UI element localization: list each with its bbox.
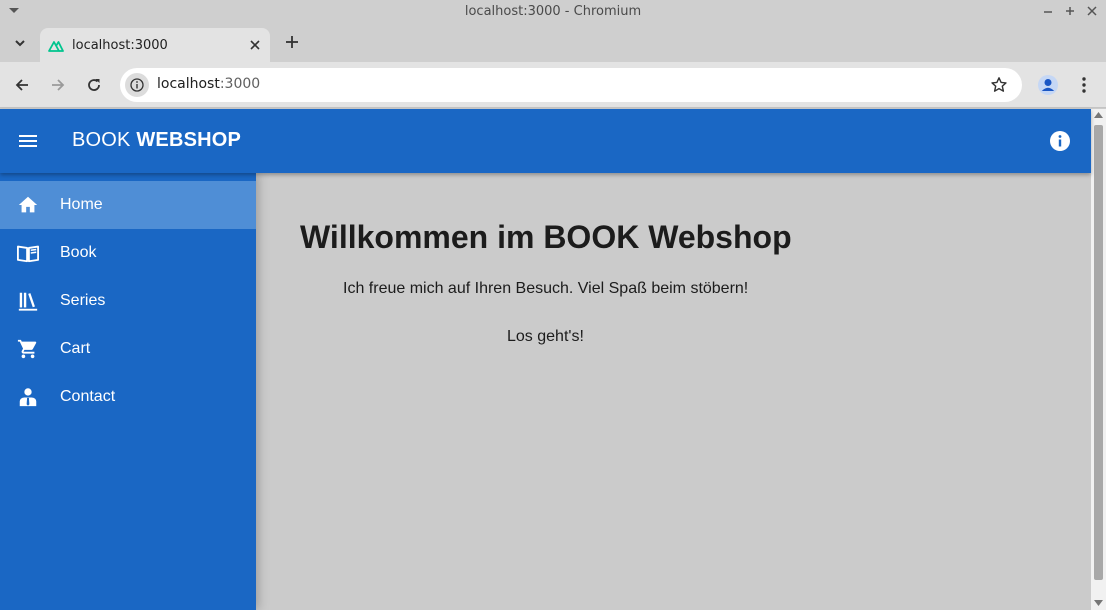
sidebar-item-book[interactable]: Book — [0, 229, 256, 277]
close-window-icon[interactable] — [1084, 3, 1100, 19]
site-info-button[interactable] — [125, 73, 149, 97]
maximize-icon[interactable] — [1062, 3, 1078, 19]
brand-bold-text: WEBSHOP — [136, 129, 242, 151]
sidebar-item-label: Home — [60, 196, 103, 213]
browser-toolbar: localhost:3000 — [0, 62, 1106, 108]
main-content: Willkommen im BOOK Webshop Ich freue mic… — [256, 173, 1091, 610]
bookmark-star-icon[interactable] — [990, 76, 1008, 94]
reload-icon[interactable] — [84, 75, 104, 95]
url-text: localhost:3000 — [157, 76, 260, 92]
sidebar-item-label: Book — [60, 244, 97, 261]
profile-avatar-icon[interactable] — [1037, 74, 1059, 96]
book-open-icon — [17, 245, 39, 263]
page-title: Willkommen im BOOK Webshop — [300, 219, 792, 255]
sidebar-nav: Home Book Series Cart Contact — [0, 173, 256, 610]
bookshelf-icon — [18, 292, 38, 311]
scroll-up-icon[interactable] — [1094, 112, 1103, 118]
tab-title: localhost:3000 — [72, 38, 168, 53]
sidebar-item-contact[interactable]: Contact — [0, 373, 256, 421]
forward-arrow-icon[interactable] — [48, 75, 68, 95]
window-titlebar: localhost:3000 - Chromium — [0, 0, 1106, 24]
sidebar-item-cart[interactable]: Cart — [0, 325, 256, 373]
tab-search-icon[interactable] — [10, 34, 30, 52]
scrollbar-thumb[interactable] — [1094, 125, 1103, 580]
info-icon[interactable] — [1049, 130, 1071, 152]
info-circle-icon — [130, 78, 144, 92]
browser-tab[interactable]: localhost:3000 — [40, 28, 270, 62]
sidebar-item-label: Cart — [60, 340, 91, 357]
brand-light-text: BOOK — [72, 129, 137, 151]
app-header: BOOK WEBSHOP — [0, 109, 1091, 173]
nuxt-logo-icon — [48, 41, 64, 52]
sidebar-item-label: Series — [60, 292, 106, 309]
window-title: localhost:3000 - Chromium — [464, 4, 642, 19]
back-arrow-icon[interactable] — [12, 75, 32, 95]
page-scrollbar[interactable] — [1091, 109, 1106, 610]
sidebar-item-home[interactable]: Home — [0, 181, 256, 229]
browser-menu-icon[interactable] — [1074, 75, 1094, 95]
app-brand[interactable]: BOOK WEBSHOP — [72, 129, 241, 152]
new-tab-icon[interactable] — [284, 34, 300, 50]
lets-go-text: Los geht's! — [507, 328, 584, 345]
menu-icon[interactable] — [18, 131, 38, 151]
address-bar[interactable]: localhost:3000 — [120, 68, 1022, 102]
tab-close-icon[interactable] — [248, 38, 262, 52]
tab-strip: localhost:3000 — [0, 24, 1106, 62]
welcome-text: Ich freue mich auf Ihren Besuch. Viel Sp… — [343, 280, 749, 297]
sidebar-item-label: Contact — [60, 388, 116, 405]
scroll-down-icon[interactable] — [1094, 600, 1103, 606]
minimize-icon[interactable] — [1040, 3, 1056, 19]
url-host: localhost — [157, 76, 220, 92]
sidebar-item-series[interactable]: Series — [0, 277, 256, 325]
contact-person-icon — [19, 388, 37, 407]
home-icon — [18, 196, 38, 213]
url-port: :3000 — [219, 76, 261, 92]
cart-icon — [17, 339, 37, 359]
